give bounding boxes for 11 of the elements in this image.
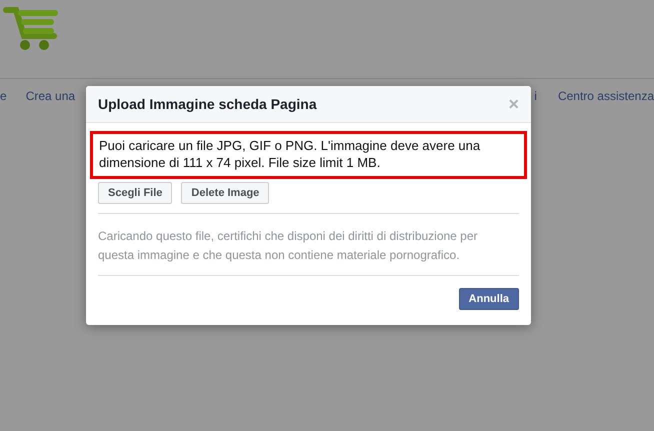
nav-link[interactable]: Crea una: [26, 89, 76, 103]
disclaimer-text: Caricando questo file, certifichi che disponi dei diritti di distribuzione per questa immagine e che questa non contiene materiale pornografico.: [98, 214, 519, 276]
nav-link[interactable]: e: [0, 89, 7, 103]
cancel-button[interactable]: Annulla: [458, 288, 519, 310]
nav-link[interactable]: i: [534, 89, 537, 103]
dialog-button[interactable]: Scegli File: [98, 182, 172, 204]
nav-link[interactable]: Centro assistenza: [558, 89, 654, 103]
close-button[interactable]: ×: [508, 95, 519, 113]
upload-notice: Puoi caricare un file JPG, GIF o PNG. L'immagine deve avere una dimensione di 111 x 74 pixel. File size limit 1 MB.: [90, 131, 527, 179]
dialog-button[interactable]: Delete Image: [181, 182, 270, 204]
dialog-title: Upload Immagine scheda Pagina: [98, 96, 317, 112]
